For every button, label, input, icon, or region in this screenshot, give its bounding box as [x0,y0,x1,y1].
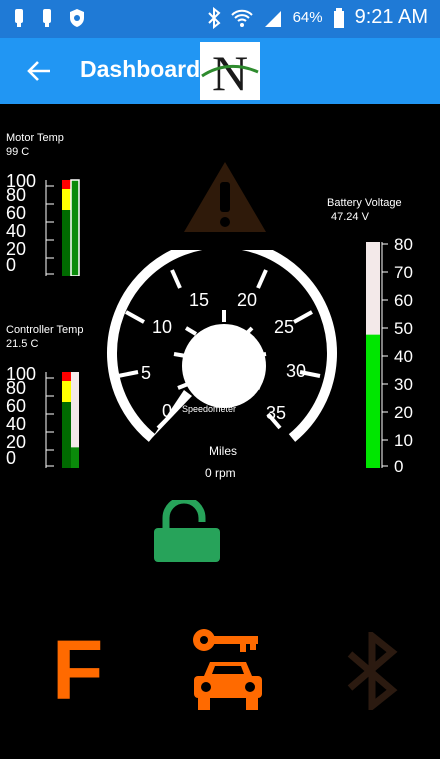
speed-tick-label: 10 [152,317,173,337]
brand-logo: N [200,42,260,101]
tick-label: 80 [6,378,27,398]
tick-label: 80 [6,185,27,205]
speedometer [107,250,337,442]
speedometer-hub [182,324,266,408]
status-time: 9:21 AM [354,6,428,28]
unlocked-icon[interactable] [152,500,224,564]
tick-label: 0 [6,448,17,468]
gauge-fill [366,334,380,468]
back-arrow-icon[interactable] [26,58,52,84]
controller-temp-label: Controller Temp [6,324,84,336]
speed-tick-label: 5 [141,363,152,383]
tick-label: 40 [6,221,27,241]
battery-voltage-bar [366,242,388,468]
gauge-fill [70,179,80,276]
tick-label: 60 [394,291,413,310]
logo-mark: N [201,45,259,101]
battery-icon [333,7,344,28]
gauge-fill [71,447,79,468]
motor-temp-value: 99 C [6,146,30,158]
notification-icon [15,9,23,27]
battery-voltage-ticks: 80 70 60 50 40 30 20 10 0 [394,235,434,475]
logo-letter: N [212,45,248,100]
speedometer-label: Speedometer [182,404,237,414]
tick-label: 60 [6,203,27,223]
speed-tick-label: 35 [266,403,287,423]
tick-label: 10 [394,431,413,450]
speed-tick-label: 30 [286,361,307,381]
status-bar-left [12,8,86,28]
tick-label: 40 [394,347,413,366]
page-title: Dashboard [80,56,201,82]
gauge-red-zone [62,372,71,381]
rpm-readout: 0 rpm [205,466,236,480]
tick-label: 60 [6,396,27,416]
tick-label: 40 [6,414,27,434]
miles-label: Miles [209,444,238,458]
speed-tick-label: 0 [162,401,173,421]
warning-icon [184,162,266,232]
tick-label: 0 [6,255,17,275]
car-key-icon [193,629,262,710]
notification-icon [43,9,51,27]
gauge-red-zone [62,180,71,189]
gauge-yellow-zone [62,189,71,210]
gear-indicator: F [52,623,104,717]
bluetooth-icon [207,6,221,29]
tick-label: 80 [394,235,413,254]
battery-percent: 64% [292,9,323,26]
speed-tick-label: 20 [237,290,258,310]
wifi-icon [230,9,253,27]
controller-temp-bar [45,372,79,468]
status-bar-right: 64% 9:21 AM [207,6,428,29]
tick-label: 20 [394,403,413,422]
tick-label: 30 [394,375,413,394]
battery-voltage-value: 47.24 V [331,211,369,223]
signal-icon [264,10,281,27]
shield-icon [70,9,84,27]
motor-temp-label: Motor Temp [6,132,64,144]
battery-voltage-label: Battery Voltage [327,197,402,209]
speed-tick-label: 25 [274,317,295,337]
motor-temp-bar [45,179,80,276]
speed-tick-label: 15 [189,290,210,310]
tick-label: 50 [394,319,413,338]
tick-label: 0 [394,457,404,476]
bluetooth-status-icon [347,632,398,710]
tick-label: 70 [394,263,413,282]
controller-temp-value: 21.5 C [6,338,39,350]
gauge-yellow-zone [62,381,71,402]
